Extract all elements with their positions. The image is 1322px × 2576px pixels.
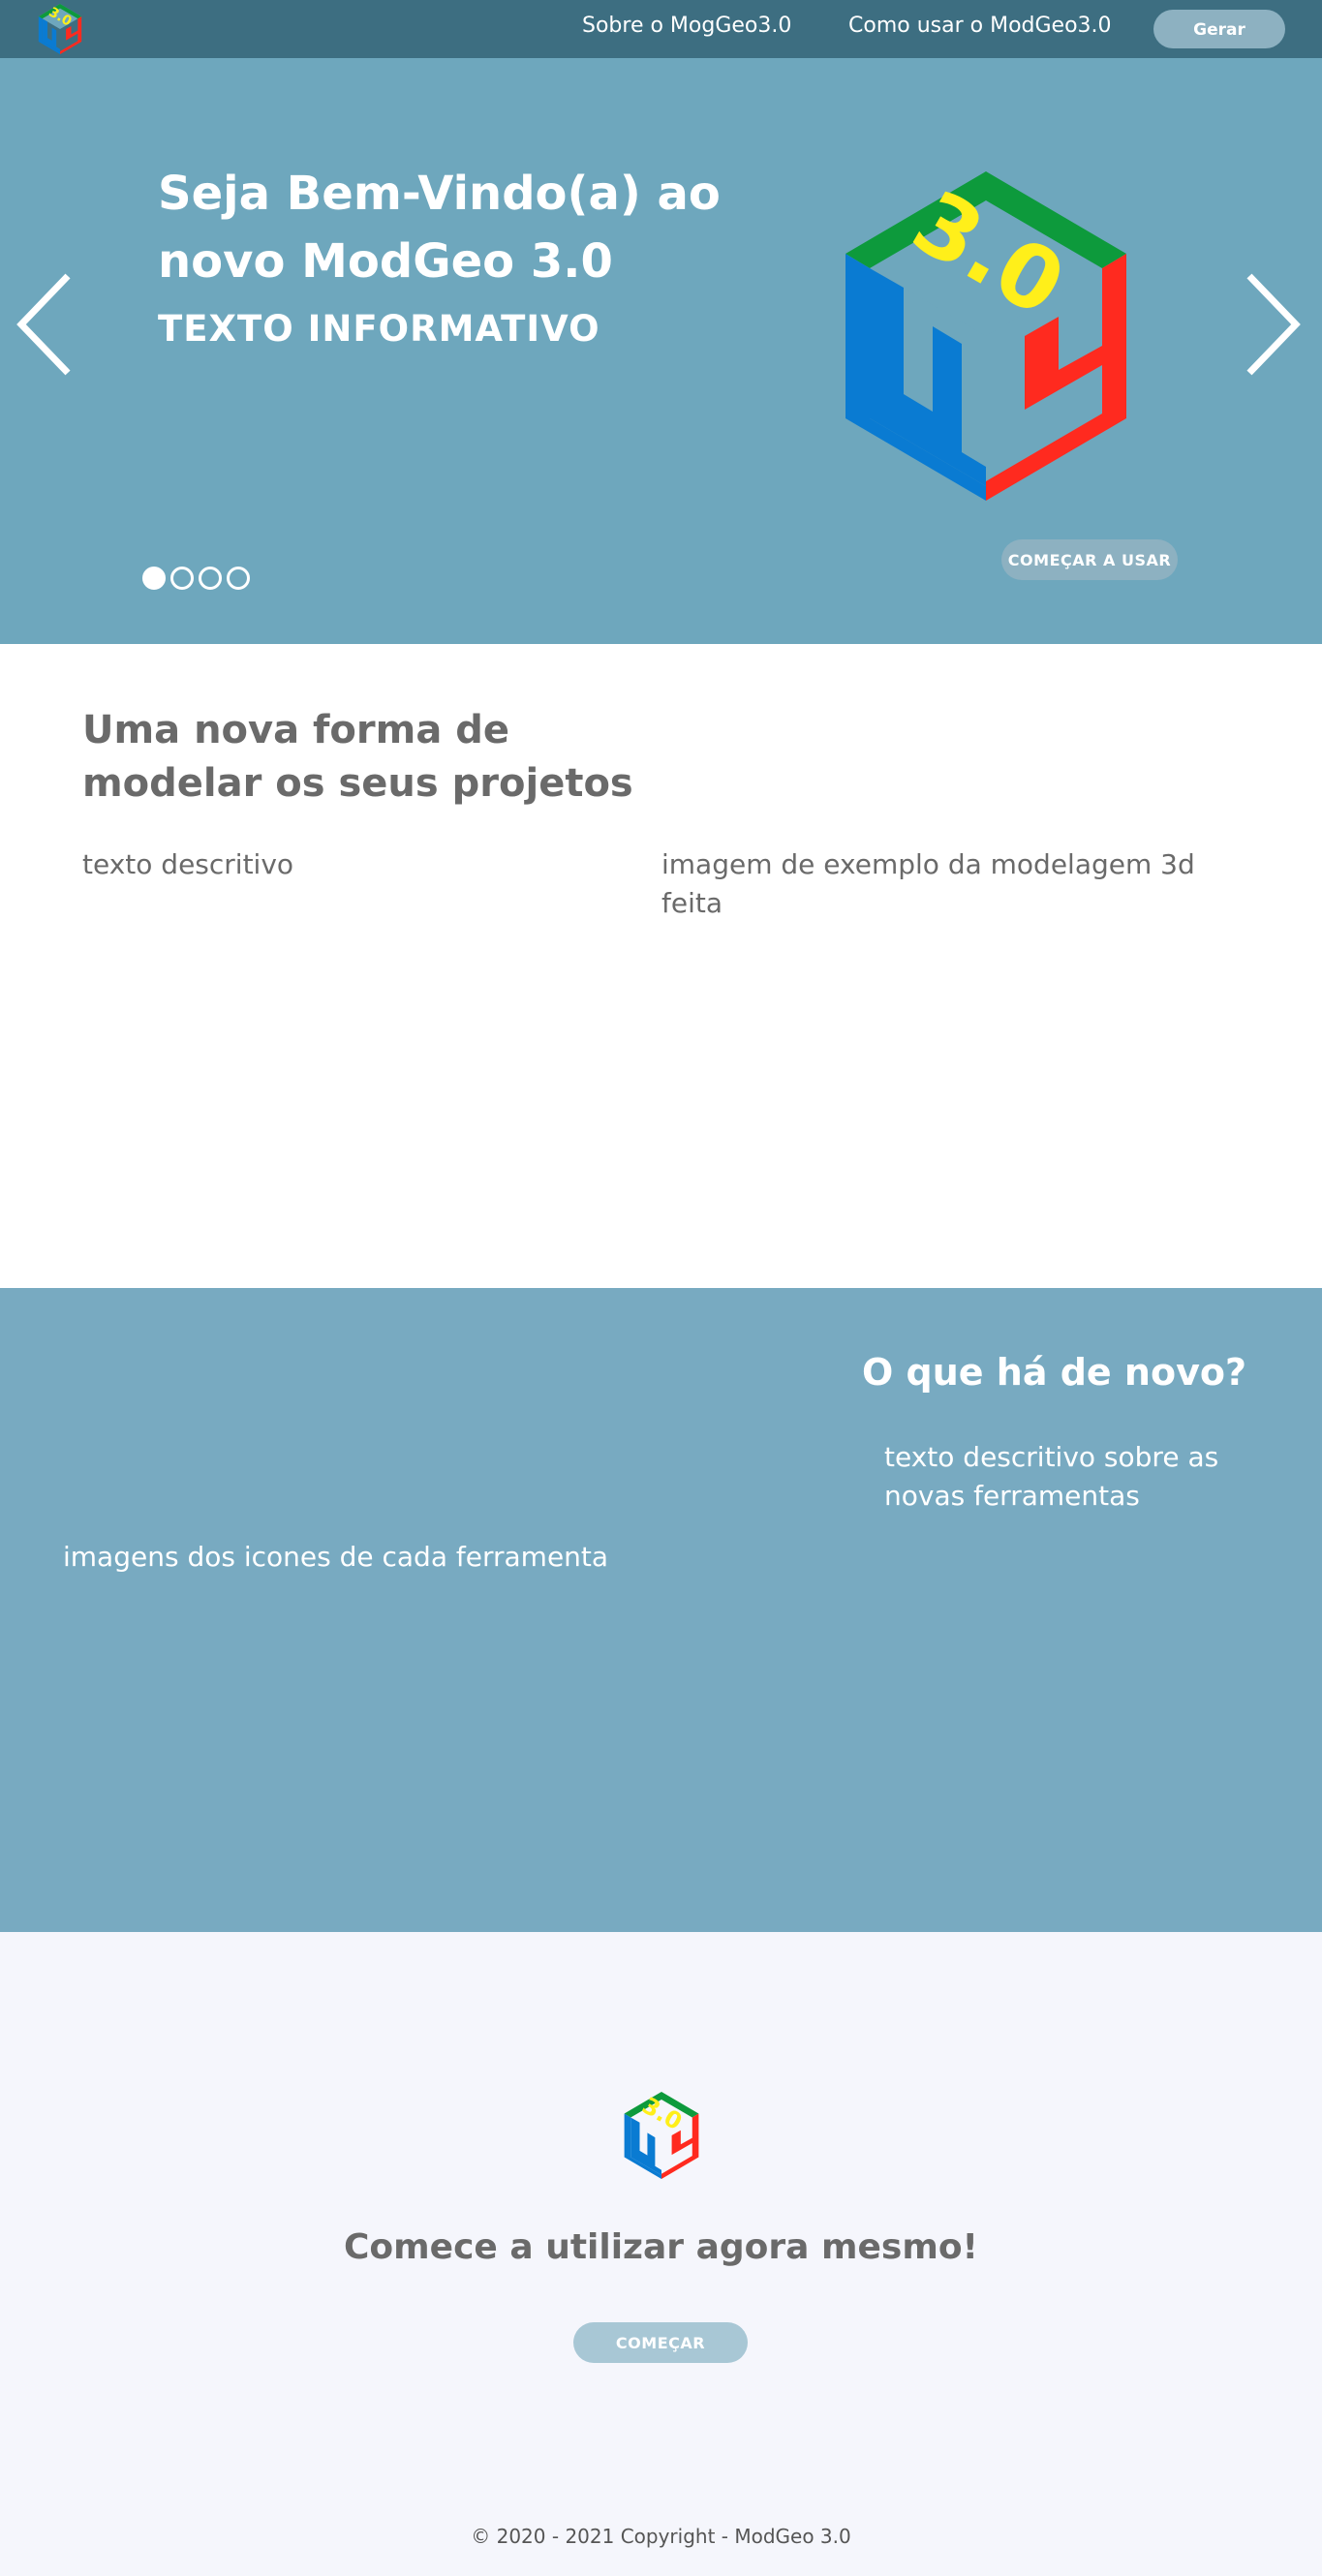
navbar: 3.0 Sobre o MogGeo3.0 Como usar o ModGeo… bbox=[0, 0, 1322, 78]
modgeo-cube-logo-icon: 3.0 bbox=[624, 2092, 699, 2179]
carousel-dot-3[interactable] bbox=[199, 567, 222, 590]
comecar-button[interactable]: COMEÇAR bbox=[573, 2322, 748, 2363]
hero-carousel: Seja Bem-Vindo(a) ao novo ModGeo 3.0 TEX… bbox=[0, 58, 1322, 644]
news-title: O que há de novo? bbox=[862, 1351, 1246, 1394]
chevron-right-icon[interactable] bbox=[1240, 266, 1307, 383]
about-section: Uma nova forma de modelar os seus projet… bbox=[0, 644, 1322, 1288]
svg-text:3.0: 3.0 bbox=[896, 171, 1081, 337]
svg-text:3.0: 3.0 bbox=[46, 5, 75, 30]
hero-title: Seja Bem-Vindo(a) ao novo ModGeo 3.0 bbox=[158, 167, 721, 289]
news-section: O que há de novo? texto descritivo sobre… bbox=[0, 1288, 1322, 1932]
carousel-dot-4[interactable] bbox=[227, 567, 250, 590]
footer-copyright: © 2020 - 2021 Copyright - ModGeo 3.0 bbox=[471, 2525, 851, 2548]
news-icons-placeholder: imagens dos icones de cada ferramenta bbox=[63, 1541, 609, 1573]
svg-text:3.0: 3.0 bbox=[637, 2092, 687, 2135]
cta-section: 3.0 Comece a utilizar agora mesmo! COMEÇ… bbox=[0, 1932, 1322, 2576]
carousel-indicators bbox=[142, 567, 250, 592]
comecar-a-usar-button[interactable]: COMEÇAR A USAR bbox=[1001, 539, 1178, 580]
about-image-placeholder: imagem de exemplo da modelagem 3d feita bbox=[661, 848, 1195, 919]
nav-link-sobre[interactable]: Sobre o MogGeo3.0 bbox=[582, 14, 791, 38]
nav-link-como-usar[interactable]: Como usar o ModGeo3.0 bbox=[848, 14, 1112, 38]
news-description: texto descritivo sobre as novas ferramen… bbox=[884, 1441, 1219, 1512]
hero-subtitle: TEXTO INFORMATIVO bbox=[158, 308, 600, 350]
gerar-projeto-button[interactable]: Gerar Projeto bbox=[1153, 10, 1285, 78]
chevron-left-icon[interactable] bbox=[10, 266, 77, 383]
carousel-dot-2[interactable] bbox=[170, 567, 194, 590]
modgeo-logo-icon[interactable]: 3.0 bbox=[31, 4, 89, 54]
about-title: Uma nova forma de modelar os seus projet… bbox=[82, 708, 633, 806]
modgeo-cube-logo-icon: 3.0 bbox=[845, 171, 1126, 501]
cta-title: Comece a utilizar agora mesmo! bbox=[344, 2227, 978, 2267]
carousel-dot-1[interactable] bbox=[142, 567, 166, 590]
about-description: texto descritivo bbox=[82, 848, 294, 880]
